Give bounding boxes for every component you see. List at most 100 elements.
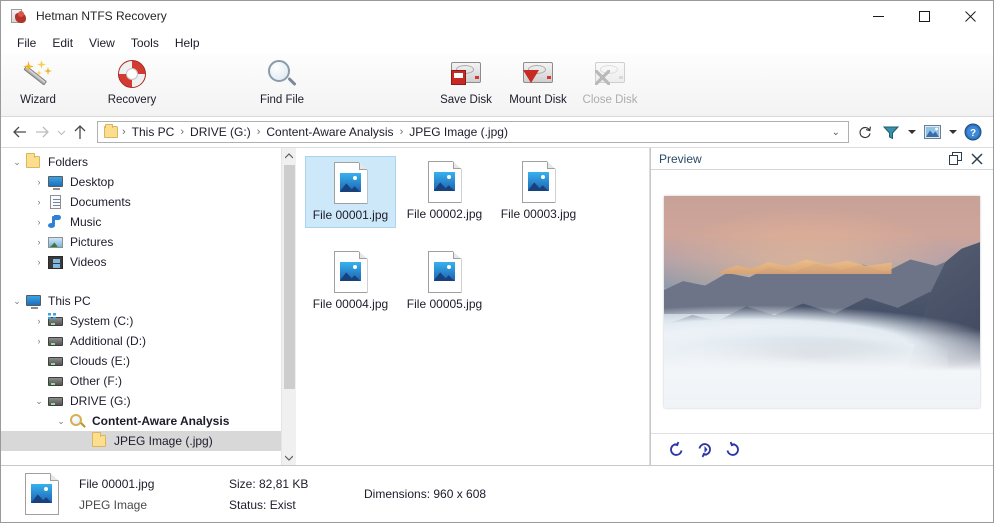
app-logo-icon bbox=[11, 8, 27, 24]
lifebuoy-icon bbox=[115, 59, 149, 91]
toolbar-find-file-button[interactable]: Find File bbox=[247, 56, 317, 106]
expander-chevron-icon[interactable]: › bbox=[31, 234, 47, 250]
address-dropdown-caret-icon[interactable]: ⌄ bbox=[826, 127, 846, 138]
tree-item-other-f[interactable]: Other (F:) bbox=[1, 371, 296, 391]
tree-item-content-aware-analysis[interactable]: ⌄ Content-Aware Analysis bbox=[1, 411, 296, 431]
menu-help[interactable]: Help bbox=[167, 33, 208, 53]
scrollbar-thumb[interactable] bbox=[284, 165, 295, 389]
tree-item-clouds-e[interactable]: Clouds (E:) bbox=[1, 351, 296, 371]
status-file-info: File 00001.jpg JPEG Image bbox=[79, 477, 229, 512]
forward-arrow-icon bbox=[31, 121, 53, 143]
menu-file[interactable]: File bbox=[9, 33, 44, 53]
history-chevron-icon[interactable] bbox=[53, 121, 69, 143]
monitor-icon bbox=[47, 174, 64, 190]
tree-item-music[interactable]: › Music bbox=[1, 212, 296, 232]
jpeg-file-icon bbox=[25, 473, 59, 515]
tree-item-folders[interactable]: ⌄ Folders bbox=[1, 152, 296, 172]
rotate-left-icon[interactable] bbox=[667, 441, 685, 459]
toolbar-save-disk-button[interactable]: Save Disk bbox=[431, 56, 501, 106]
tree-item-label: This PC bbox=[48, 294, 91, 308]
expander-chevron-icon[interactable]: › bbox=[31, 174, 47, 190]
maximize-button[interactable] bbox=[901, 1, 947, 32]
folder-tree-pane: ⌄ Folders › Desktop › Documents › Music bbox=[1, 148, 296, 465]
address-path-field[interactable]: › This PC › DRIVE (G:) › Content-Aware A… bbox=[97, 121, 849, 143]
filter-funnel-icon[interactable] bbox=[879, 121, 903, 143]
breadcrumb-jpeg-image[interactable]: JPEG Image (.jpg) bbox=[405, 123, 512, 141]
main-toolbar: Wizard Recovery Find File Save Disk Moun… bbox=[1, 54, 993, 117]
breadcrumb-this-pc[interactable]: This PC bbox=[128, 123, 179, 141]
address-bar-tools: ? bbox=[879, 121, 985, 143]
status-bar: File 00001.jpg JPEG Image Size: 82,81 KB… bbox=[1, 465, 993, 522]
expander-chevron-icon[interactable]: ⌄ bbox=[9, 154, 25, 170]
expander-chevron-icon[interactable]: › bbox=[31, 333, 47, 349]
filter-dropdown-caret-icon[interactable] bbox=[905, 121, 918, 143]
breadcrumb-content-aware-analysis[interactable]: Content-Aware Analysis bbox=[262, 123, 397, 141]
expander-chevron-icon[interactable]: › bbox=[31, 313, 47, 329]
file-name-label: File 00001.jpg bbox=[312, 208, 389, 222]
preview-toolbar bbox=[651, 433, 993, 465]
tree-item-additional-d[interactable]: › Additional (D:) bbox=[1, 331, 296, 351]
expander-chevron-icon[interactable]: › bbox=[31, 194, 47, 210]
refresh-icon[interactable] bbox=[855, 125, 875, 139]
toolbar-save-disk-label: Save Disk bbox=[440, 94, 492, 106]
status-size: Size: 82,81 KB bbox=[229, 476, 309, 491]
toolbar-mount-disk-button[interactable]: Mount Disk bbox=[503, 56, 573, 106]
expander-chevron-icon[interactable]: › bbox=[31, 254, 47, 270]
scroll-down-arrow-icon[interactable] bbox=[282, 450, 296, 465]
back-arrow-icon[interactable] bbox=[9, 121, 31, 143]
view-thumbnails-icon[interactable] bbox=[920, 121, 944, 143]
file-item[interactable]: File 00005.jpg bbox=[399, 246, 490, 318]
undock-icon[interactable] bbox=[947, 151, 963, 167]
tree-item-label: Documents bbox=[70, 195, 131, 209]
rotate-180-icon[interactable] bbox=[695, 441, 713, 459]
tree-item-label: Pictures bbox=[70, 235, 114, 249]
help-icon[interactable]: ? bbox=[961, 121, 985, 143]
up-arrow-icon[interactable] bbox=[69, 121, 91, 143]
tree-item-videos[interactable]: › Videos bbox=[1, 252, 296, 272]
breadcrumb-drive-g[interactable]: DRIVE (G:) bbox=[186, 123, 255, 141]
rotate-right-icon[interactable] bbox=[723, 441, 741, 459]
file-item[interactable]: File 00002.jpg bbox=[399, 156, 490, 228]
toolbar-recovery-button[interactable]: Recovery bbox=[97, 56, 167, 106]
toolbar-find-file-label: Find File bbox=[259, 94, 305, 106]
file-item[interactable]: File 00004.jpg bbox=[305, 246, 396, 318]
window-title: Hetman NTFS Recovery bbox=[36, 9, 167, 23]
application-window: Hetman NTFS Recovery File Edit View Tool… bbox=[0, 0, 994, 523]
tree-item-this-pc[interactable]: ⌄ This PC bbox=[1, 291, 296, 311]
expander-chevron-icon[interactable]: ⌄ bbox=[9, 293, 25, 309]
status-file-type: JPEG Image bbox=[79, 497, 148, 512]
menu-tools[interactable]: Tools bbox=[123, 33, 167, 53]
file-item[interactable]: File 00003.jpg bbox=[493, 156, 584, 228]
tree-item-desktop[interactable]: › Desktop bbox=[1, 172, 296, 192]
menu-bar: File Edit View Tools Help bbox=[1, 32, 993, 54]
file-item[interactable]: File 00001.jpg bbox=[305, 156, 396, 228]
tree-item-pictures[interactable]: › Pictures bbox=[1, 232, 296, 252]
tree-item-system-c[interactable]: › System (C:) bbox=[1, 311, 296, 331]
breadcrumb-separator: › bbox=[399, 126, 404, 138]
expander-chevron-icon[interactable]: ⌄ bbox=[53, 413, 69, 429]
toolbar-recovery-label: Recovery bbox=[107, 94, 157, 106]
drive-icon bbox=[47, 373, 64, 389]
search-folder-icon bbox=[69, 413, 86, 429]
toolbar-wizard-label: Wizard bbox=[20, 94, 56, 106]
file-list-pane[interactable]: File 00001.jpg File 00002.jpg File 00003… bbox=[296, 148, 650, 465]
tree-item-drive-g[interactable]: ⌄ DRIVE (G:) bbox=[1, 391, 296, 411]
expander-chevron-icon[interactable]: › bbox=[31, 214, 47, 230]
tree-scrollbar[interactable] bbox=[281, 148, 296, 465]
close-icon[interactable] bbox=[969, 151, 985, 167]
tree-item-jpeg-image[interactable]: JPEG Image (.jpg) bbox=[1, 431, 296, 451]
menu-edit[interactable]: Edit bbox=[44, 33, 81, 53]
tree-item-documents[interactable]: › Documents bbox=[1, 192, 296, 212]
expander-chevron-icon[interactable]: ⌄ bbox=[31, 393, 47, 409]
menu-view[interactable]: View bbox=[81, 33, 123, 53]
folder-icon bbox=[91, 432, 108, 449]
close-button[interactable] bbox=[947, 1, 993, 32]
toolbar-wizard-button[interactable]: Wizard bbox=[3, 56, 73, 106]
view-dropdown-caret-icon[interactable] bbox=[946, 121, 959, 143]
scroll-up-arrow-icon[interactable] bbox=[282, 148, 296, 163]
expander-placeholder bbox=[31, 373, 47, 389]
minimize-button[interactable] bbox=[855, 1, 901, 32]
music-note-icon bbox=[47, 214, 64, 230]
status-dimensions-info: Dimensions: 960 x 608 bbox=[364, 487, 486, 501]
preview-title: Preview bbox=[659, 151, 702, 166]
